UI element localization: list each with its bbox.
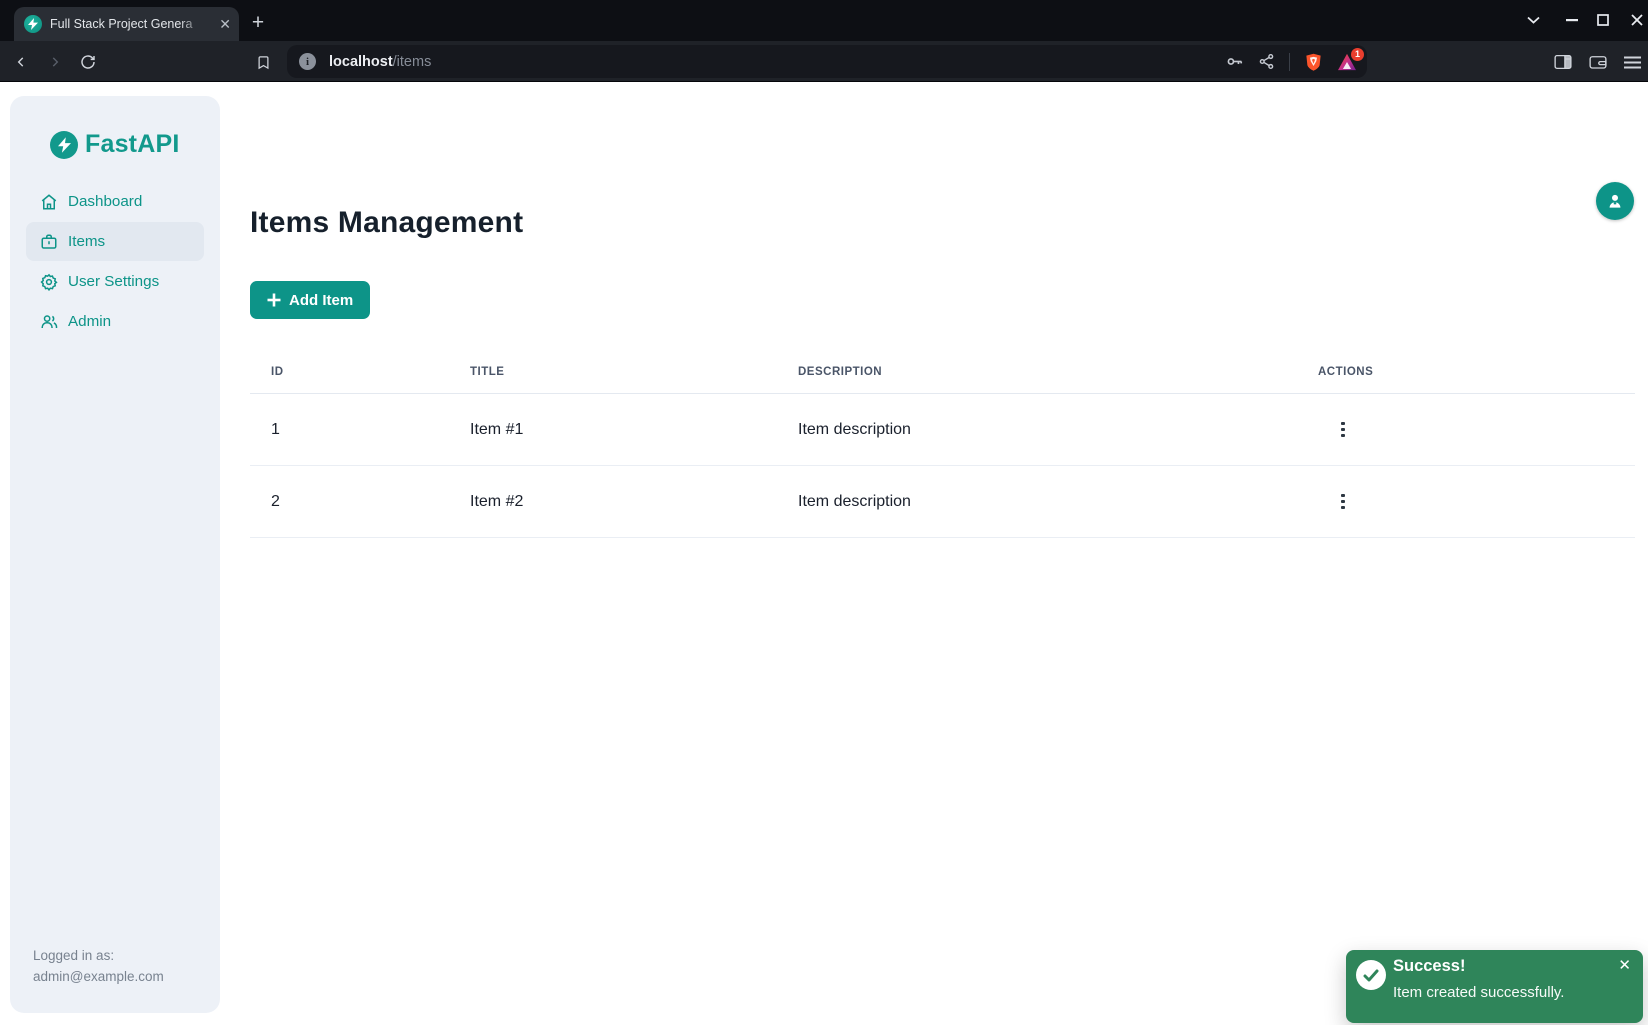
url-path: /items [393,54,432,70]
success-toast: Success! Item created successfully. ✕ [1346,950,1643,1023]
sidebar-item-label: User Settings [68,273,159,290]
row-actions-kebab-icon[interactable] [1330,489,1356,515]
sidebar-item-admin[interactable]: Admin [26,302,204,341]
table-header-row: ID TITLE DESCRIPTION ACTIONS [250,351,1635,394]
back-button[interactable] [8,49,34,75]
gear-icon [40,273,58,291]
share-icon[interactable] [1258,53,1275,70]
tab-title: Full Stack Project Genera [50,17,208,31]
cell-id: 2 [250,493,470,511]
forward-button[interactable] [42,49,68,75]
home-icon [40,193,58,211]
window-minimize-button[interactable] [1559,8,1585,32]
items-table: ID TITLE DESCRIPTION ACTIONS 1 Item #1 I… [250,351,1635,538]
menu-hamburger-icon[interactable] [1619,49,1645,75]
sidebar-panel-icon[interactable] [1550,49,1576,75]
column-header-actions: ACTIONS [1316,366,1635,378]
table-row: 1 Item #1 Item description [250,394,1635,466]
sidebar-item-label: Admin [68,313,111,330]
logged-in-label: Logged in as: [33,945,164,966]
new-tab-button[interactable]: + [243,8,273,38]
briefcase-icon [40,233,58,251]
plus-icon [267,293,281,307]
page-content: FastAPI Dashboard Items User Settings [0,82,1648,1025]
url-text[interactable]: localhost/items [329,54,431,70]
browser-tab-strip: Full Stack Project Genera ✕ + [0,0,1648,41]
cell-description: Item description [798,421,1316,439]
cell-title: Item #2 [470,493,798,511]
fastapi-favicon-icon [24,15,42,33]
bookmark-icon[interactable] [250,49,276,75]
brand-logo: FastAPI [50,130,179,159]
column-header-id: ID [250,366,470,378]
brave-rewards-icon[interactable]: 1 [1337,53,1357,71]
brand-name: FastAPI [85,130,179,159]
fastapi-bolt-icon [50,131,78,159]
sidebar-item-label: Dashboard [68,193,142,210]
sidebar-item-dashboard[interactable]: Dashboard [26,182,204,221]
url-host: localhost [329,54,393,70]
address-bar[interactable]: i localhost/items 1 [287,45,1367,78]
reload-button[interactable] [75,49,101,75]
users-icon [40,313,58,331]
table-row: 2 Item #2 Item description [250,466,1635,538]
add-item-label: Add Item [289,292,353,309]
row-actions-kebab-icon[interactable] [1330,417,1356,443]
user-icon [1605,191,1625,211]
toast-title: Success! [1393,957,1465,976]
sidebar-item-label: Items [68,233,105,250]
add-item-button[interactable]: Add Item [250,281,370,319]
key-icon[interactable] [1225,52,1244,71]
sidebar-nav: Dashboard Items User Settings Admin [26,182,204,341]
cell-description: Item description [798,493,1316,511]
tab-search-chevron-icon[interactable] [1520,8,1546,32]
rewards-badge: 1 [1351,48,1364,61]
toolbar-divider [1289,53,1290,71]
sidebar-item-user-settings[interactable]: User Settings [26,262,204,301]
brave-shield-icon[interactable] [1304,52,1323,72]
window-close-button[interactable] [1624,8,1648,32]
cell-title: Item #1 [470,421,798,439]
toast-message: Item created successfully. [1393,984,1564,1001]
logged-in-email: admin@example.com [33,966,164,987]
window-maximize-button[interactable] [1590,8,1616,32]
cell-id: 1 [250,421,470,439]
browser-tab[interactable]: Full Stack Project Genera ✕ [14,7,239,41]
wallet-icon[interactable] [1585,49,1611,75]
check-circle-icon [1356,960,1386,990]
site-info-icon[interactable]: i [299,53,316,70]
sidebar-item-items[interactable]: Items [26,222,204,261]
toast-close-icon[interactable]: ✕ [1618,958,1631,973]
column-header-title: TITLE [470,366,798,378]
page-title: Items Management [250,206,523,240]
tab-close-icon[interactable]: ✕ [219,17,231,31]
column-header-description: DESCRIPTION [798,366,1316,378]
sidebar: FastAPI Dashboard Items User Settings [10,96,220,1013]
logged-in-footer: Logged in as: admin@example.com [33,945,164,987]
user-avatar-button[interactable] [1596,182,1634,220]
